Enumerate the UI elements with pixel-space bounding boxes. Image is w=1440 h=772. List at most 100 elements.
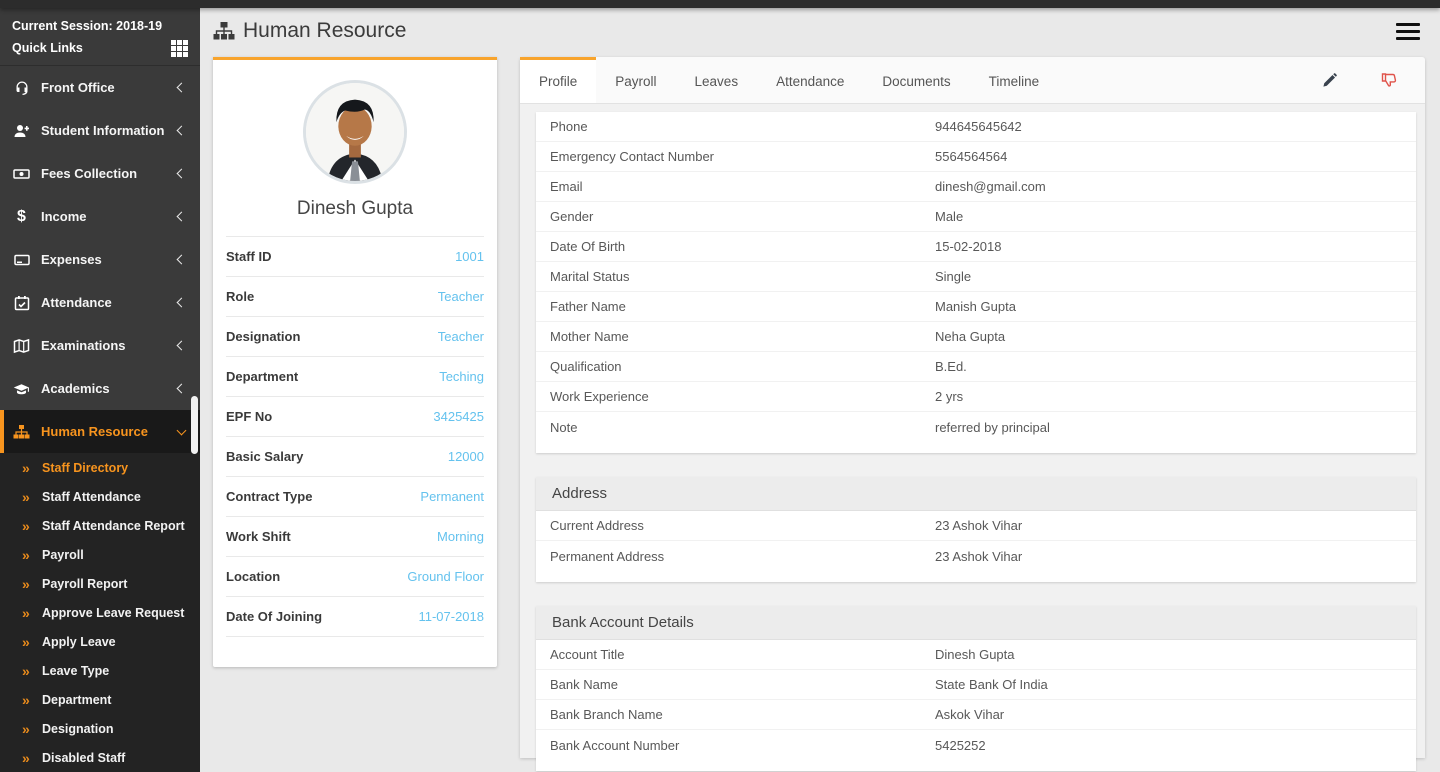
tab-attendance[interactable]: Attendance: [757, 57, 863, 103]
table-row: Marital Status Single: [536, 262, 1416, 292]
field-value: 944645645642: [935, 119, 1022, 134]
open-book-icon: [13, 337, 30, 354]
submenu-item-department[interactable]: » Department: [0, 685, 200, 714]
sidebar-item-front-office[interactable]: Front Office: [0, 66, 200, 109]
chevron-left-icon: [177, 169, 187, 179]
sidebar-item-income[interactable]: $ Income: [0, 195, 200, 238]
staff-name: Dinesh Gupta: [213, 198, 497, 220]
info-value: Teacher: [438, 289, 484, 304]
info-value: 12000: [448, 449, 484, 464]
double-chevron-icon: »: [22, 548, 42, 562]
sidebar-item-human-resource[interactable]: Human Resource: [0, 410, 200, 453]
submenu-item-leave-type[interactable]: » Leave Type: [0, 656, 200, 685]
submenu-item-label: Designation: [42, 722, 114, 736]
sitemap-icon: [213, 21, 235, 41]
field-label: Marital Status: [550, 269, 935, 284]
field-value: 5425252: [935, 738, 986, 753]
staff-info-row: Designation Teacher: [226, 316, 484, 356]
chevron-left-icon: [177, 384, 187, 394]
double-chevron-icon: »: [22, 461, 42, 475]
sidebar-item-label: Student Information: [41, 123, 178, 138]
table-row: Mother Name Neha Gupta: [536, 322, 1416, 352]
dollar-icon: $: [13, 208, 30, 225]
sidebar-item-examinations[interactable]: Examinations: [0, 324, 200, 367]
sidebar-item-attendance[interactable]: Attendance: [0, 281, 200, 324]
submenu-item-label: Department: [42, 693, 111, 707]
submenu-item-label: Approve Leave Request: [42, 606, 184, 620]
sidebar-item-label: Fees Collection: [41, 166, 178, 181]
section-title: Address: [536, 477, 1416, 511]
staff-info-row: Staff ID 1001: [226, 236, 484, 276]
info-label: Department: [226, 369, 298, 384]
info-value: Teching: [439, 369, 484, 384]
sidebar-item-label: Front Office: [41, 80, 178, 95]
submenu-item-payroll-report[interactable]: » Payroll Report: [0, 569, 200, 598]
sidebar-item-fees-collection[interactable]: Fees Collection: [0, 152, 200, 195]
sidebar-item-label: Attendance: [41, 295, 178, 310]
disable-staff-thumbs-down-icon[interactable]: [1381, 72, 1397, 88]
info-label: Contract Type: [226, 489, 312, 504]
field-value: Male: [935, 209, 963, 224]
field-label: Qualification: [550, 359, 935, 374]
info-value: Teacher: [438, 329, 484, 344]
double-chevron-icon: »: [22, 606, 42, 620]
field-label: Emergency Contact Number: [550, 149, 935, 164]
quick-links-label: Quick Links: [12, 37, 83, 59]
tab-timeline[interactable]: Timeline: [970, 57, 1059, 103]
staff-info-row: Role Teacher: [226, 276, 484, 316]
submenu-item-staff-directory[interactable]: » Staff Directory: [0, 453, 200, 482]
double-chevron-icon: »: [22, 577, 42, 591]
field-label: Bank Account Number: [550, 738, 935, 753]
staff-info-row: Contract Type Permanent: [226, 476, 484, 516]
sidebar-item-expenses[interactable]: Expenses: [0, 238, 200, 281]
field-label: Permanent Address: [550, 549, 935, 564]
field-label: Phone: [550, 119, 935, 134]
table-row: Permanent Address 23 Ashok Vihar: [536, 541, 1416, 571]
field-value: Single: [935, 269, 971, 284]
bank-account-section: Bank Account Details Account Title Dines…: [536, 606, 1416, 771]
table-row: Father Name Manish Gupta: [536, 292, 1416, 322]
submenu-item-label: Apply Leave: [42, 635, 116, 649]
submenu-item-staff-attendance-report[interactable]: » Staff Attendance Report: [0, 511, 200, 540]
tab-leaves[interactable]: Leaves: [676, 57, 758, 103]
field-label: Mother Name: [550, 329, 935, 344]
sidebar-item-label: Income: [41, 209, 178, 224]
session-block: Current Session: 2018-19 Quick Links: [0, 8, 200, 66]
info-value: Ground Floor: [407, 569, 484, 584]
chevron-left-icon: [177, 255, 187, 265]
submenu-item-approve-leave-request[interactable]: » Approve Leave Request: [0, 598, 200, 627]
submenu-item-payroll[interactable]: » Payroll: [0, 540, 200, 569]
sidebar-item-student-information[interactable]: Student Information: [0, 109, 200, 152]
sidebar-scrollbar[interactable]: [191, 396, 198, 454]
graduation-cap-icon: [13, 380, 30, 397]
sidebar-item-label: Human Resource: [41, 424, 178, 439]
table-row: Bank Account Number 5425252: [536, 730, 1416, 760]
submenu-item-label: Staff Attendance: [42, 490, 141, 504]
submenu-item-apply-leave[interactable]: » Apply Leave: [0, 627, 200, 656]
tab-payroll[interactable]: Payroll: [596, 57, 675, 103]
info-label: Work Shift: [226, 529, 291, 544]
field-value: Neha Gupta: [935, 329, 1005, 344]
staff-summary-card: Dinesh Gupta Staff ID 1001 Role Teacher …: [213, 57, 497, 667]
submenu-item-designation[interactable]: » Designation: [0, 714, 200, 743]
edit-pencil-icon[interactable]: [1322, 73, 1337, 88]
profile-details-section: Phone 944645645642 Emergency Contact Num…: [536, 112, 1416, 453]
profile-tab-content: Phone 944645645642 Emergency Contact Num…: [520, 104, 1425, 771]
hamburger-menu-icon[interactable]: [1396, 23, 1420, 40]
tab-profile[interactable]: Profile: [520, 57, 596, 103]
info-label: Role: [226, 289, 254, 304]
field-value: State Bank Of India: [935, 677, 1048, 692]
sidebar-item-academics[interactable]: Academics: [0, 367, 200, 410]
field-label: Email: [550, 179, 935, 194]
submenu-item-staff-attendance[interactable]: » Staff Attendance: [0, 482, 200, 511]
submenu-item-label: Staff Directory: [42, 461, 128, 475]
quick-links-grid-icon[interactable]: [171, 40, 188, 57]
table-row: Date Of Birth 15-02-2018: [536, 232, 1416, 262]
staff-info-row: Date Of Joining 11-07-2018: [226, 596, 484, 636]
staff-info-row: EPF No 3425425: [226, 396, 484, 436]
chevron-left-icon: [177, 126, 187, 136]
info-label: Staff ID: [226, 249, 272, 264]
submenu-item-label: Leave Type: [42, 664, 109, 678]
tab-documents[interactable]: Documents: [863, 57, 969, 103]
field-label: Work Experience: [550, 389, 935, 404]
